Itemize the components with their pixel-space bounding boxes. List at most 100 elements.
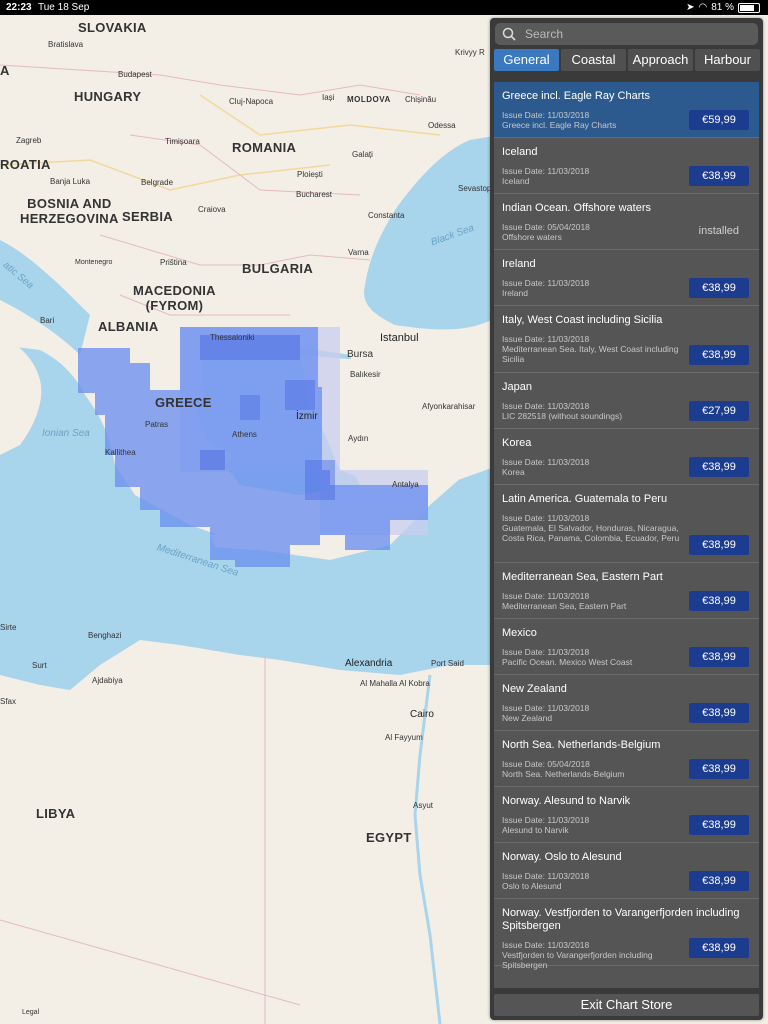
chart-list-item[interactable]: Greece incl. Eagle Ray Charts Issue Date:… (494, 82, 759, 138)
buy-price-button[interactable]: €38,99 (689, 759, 749, 779)
chart-title: New Zealand (502, 683, 567, 695)
city-benghazi: Benghazi (88, 631, 122, 640)
tab-coastal[interactable]: Coastal (561, 49, 626, 71)
buy-price-button[interactable]: €38,99 (689, 166, 749, 186)
chart-list-item[interactable]: Latin America. Guatemala to Peru Issue Da… (494, 485, 759, 563)
city-galati: Galați (352, 150, 373, 159)
chart-title: Italy, West Coast including Sicilia (502, 314, 663, 326)
buy-price-button[interactable]: €38,99 (689, 535, 749, 555)
chart-title: Ireland (502, 258, 536, 270)
city-timisoara: Timișoara (165, 137, 200, 146)
buy-price-button[interactable]: €38,99 (689, 815, 749, 835)
city-alexandria: Alexandria (345, 658, 393, 669)
chart-list-item[interactable]: Japan Issue Date: 11/03/2018 LIC 282518 (w… (494, 373, 759, 429)
exit-chart-store-button[interactable]: Exit Chart Store (494, 994, 759, 1016)
label-albania: ALBANIA (98, 319, 159, 334)
city-aydin: Aydın (348, 434, 369, 443)
chart-title: Norway. Oslo to Alesund (502, 851, 622, 863)
city-port-said: Port Said (431, 659, 464, 668)
chart-description: Offshore waters (502, 232, 562, 242)
chart-list-item[interactable]: Iceland Issue Date: 11/03/2018 Iceland €38,… (494, 138, 759, 194)
label-moldova: MOLDOVA (347, 95, 391, 104)
label-libya: LIBYA (36, 806, 76, 821)
chart-list-item[interactable]: Italy, West Coast including Sicilia Issue… (494, 306, 759, 373)
chart-issue-date: Issue Date: 11/03/2018 (502, 334, 590, 344)
chart-description: Mediterranean Sea, Eastern Part (502, 601, 627, 611)
chart-description: North Sea. Netherlands-Belgium (502, 769, 625, 779)
city-bratislava: Bratislava (48, 40, 84, 49)
city-bucharest: Bucharest (296, 190, 333, 199)
search-bar[interactable] (495, 23, 758, 45)
buy-price-button[interactable]: €38,99 (689, 871, 749, 891)
chart-list-item[interactable]: New Zealand Issue Date: 11/03/2018 New Zea… (494, 675, 759, 731)
chart-title: Japan (502, 381, 532, 393)
chart-issue-date: Issue Date: 11/03/2018 (502, 513, 590, 523)
city-zagreb: Zagreb (16, 136, 42, 145)
location-icon: ➤ (686, 2, 695, 13)
chart-description: Oslo to Alesund (502, 881, 562, 891)
chart-title: Latin America. Guatemala to Peru (502, 493, 668, 505)
city-ploiesti: Ploiești (297, 170, 323, 179)
chart-list-item[interactable]: Indian Ocean. Offshore waters Issue Date:… (494, 194, 759, 250)
legal-link[interactable]: Legal (22, 1009, 39, 1016)
buy-price-button[interactable]: €38,99 (689, 591, 749, 611)
city-athens: Athens (232, 430, 257, 439)
buy-price-button[interactable]: €38,99 (689, 457, 749, 477)
chart-description: Iceland (502, 176, 530, 186)
label-romania: ROMANIA (232, 140, 297, 155)
city-thessaloniki: Thessaloniki (210, 333, 255, 342)
chart-description: Vestfjorden to Varangerfjorden including… (502, 950, 653, 970)
city-krivyy: Krivyy R (455, 48, 485, 57)
chart-title: Norway. Alesund to Narvik (502, 795, 631, 807)
chart-description: Greece incl. Eagle Ray Charts (502, 120, 617, 130)
chart-title: Norway. Vestfjorden to Varangerfjorden i… (502, 907, 740, 932)
buy-price-button[interactable]: €38,99 (689, 703, 749, 723)
city-ajdabiya: Ajdabiya (92, 676, 123, 685)
city-antalya: Antalya (392, 480, 419, 489)
buy-price-button[interactable]: €59,99 (689, 110, 749, 130)
buy-price-button[interactable]: €27,99 (689, 401, 749, 421)
city-izmir: İzmir (296, 411, 318, 422)
city-istanbul: Istanbul (380, 332, 419, 344)
chart-description: Mediterranean Sea. Italy, West Coast inc… (502, 344, 679, 364)
chart-list-item[interactable]: Ireland Issue Date: 11/03/2018 Ireland €38,… (494, 250, 759, 306)
buy-price-button[interactable]: €38,99 (689, 345, 749, 365)
city-balikesir: Balıkesir (350, 370, 381, 379)
chart-list-item[interactable]: Mediterranean Sea, Eastern Part Issue Dat… (494, 563, 759, 619)
label-bosnia: BOSNIA AND HERZEGOVINA (20, 196, 119, 226)
battery-percent: 81 % (711, 2, 734, 13)
city-pristina: Priština (160, 258, 187, 267)
chart-list-item[interactable]: Norway. Oslo to Alesund Issue Date: 11/03… (494, 843, 759, 899)
city-patras: Patras (145, 420, 169, 429)
city-cluj: Cluj-Napoca (229, 97, 274, 106)
tab-harbour[interactable]: Harbour (695, 49, 760, 71)
city-kallithea: Kallithea (105, 448, 136, 457)
label-serbia: SERBIA (122, 209, 173, 224)
buy-price-button[interactable]: €38,99 (689, 647, 749, 667)
city-mahalla: Al Mahalla Al Kobra (360, 679, 430, 688)
chart-list[interactable]: Greece incl. Eagle Ray Charts Issue Date:… (494, 82, 759, 988)
chart-description: LIC 282518 (without soundings) (502, 411, 623, 421)
city-constanta: Constanta (368, 211, 405, 220)
wifi-icon: ◠ (698, 2, 708, 13)
buy-price-button[interactable]: €38,99 (689, 938, 749, 958)
tab-general[interactable]: General (494, 49, 559, 71)
chart-description: Korea (502, 467, 525, 477)
tab-approach[interactable]: Approach (628, 49, 693, 71)
status-date: Tue 18 Sep (38, 2, 90, 13)
label-croatia: ROATIA (0, 157, 51, 172)
city-odessa: Odessa (428, 121, 456, 130)
chart-list-item[interactable]: Mexico Issue Date: 11/03/2018 Pacific Ocea… (494, 619, 759, 675)
city-sirte: Sirte (0, 623, 17, 632)
chart-list-item[interactable]: Norway. Alesund to Narvik Issue Date: 11/… (494, 787, 759, 843)
chart-store-panel: General Coastal Approach Harbour Greece … (490, 18, 763, 1020)
city-belgrade: Belgrade (141, 178, 174, 187)
buy-price-button[interactable]: €38,99 (689, 278, 749, 298)
chart-list-item[interactable]: Korea Issue Date: 11/03/2018 Korea €38,99 (494, 429, 759, 485)
status-time: 22:23 (6, 2, 32, 13)
chart-title: Iceland (502, 146, 538, 158)
chart-list-item[interactable]: Norway. Vestfjorden to Varangerfjorden i… (494, 899, 759, 970)
chart-list-item[interactable]: North Sea. Netherlands-Belgium Issue Date… (494, 731, 759, 787)
search-input[interactable] (525, 26, 745, 42)
city-craiova: Craiova (198, 205, 226, 214)
